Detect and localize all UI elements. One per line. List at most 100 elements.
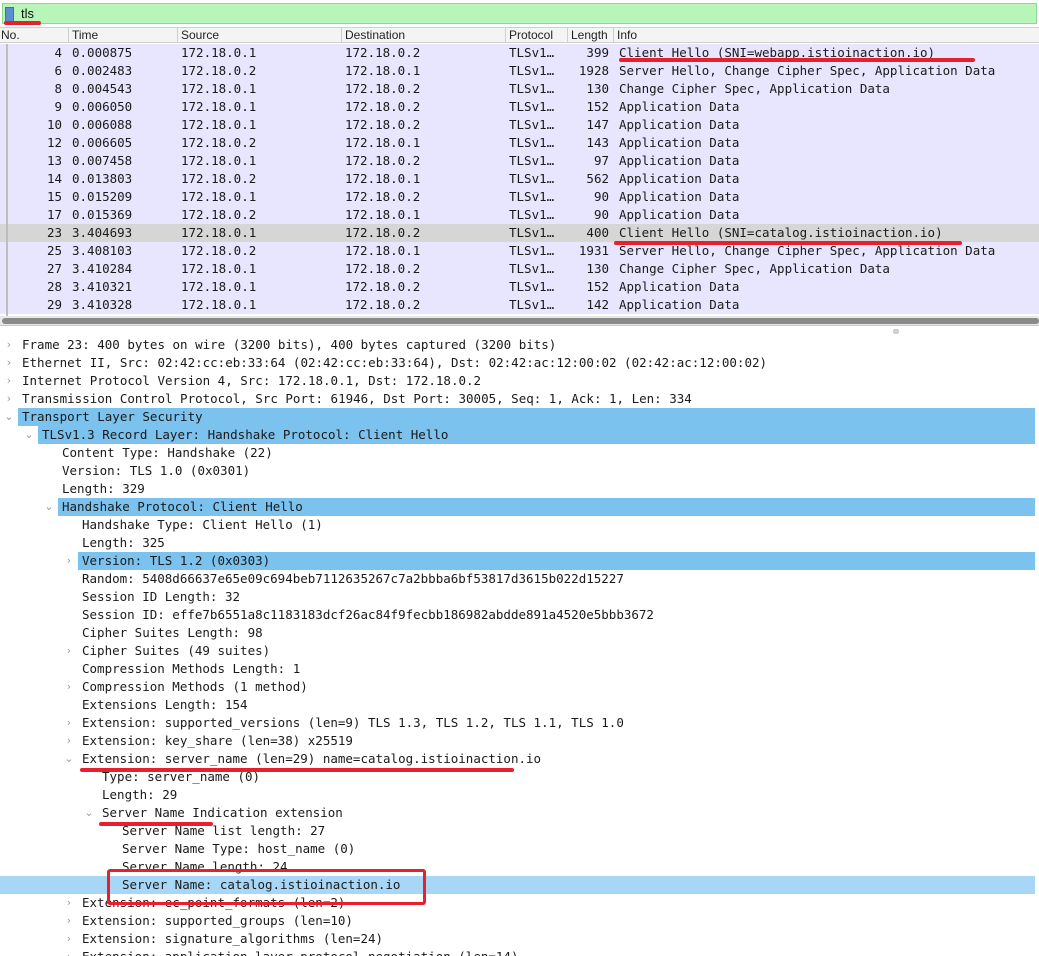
- packet-cell-dst: 172.18.0.1: [345, 63, 421, 78]
- tree-node-label: Internet Protocol Version 4, Src: 172.18…: [22, 373, 482, 388]
- tree-node[interactable]: › Transmission Control Protocol, Src Port…: [0, 390, 1039, 408]
- packet-row[interactable]: 15 0.015209 172.18.0.1 172.18.0.2 TLSv1… 90 Ap…: [0, 188, 1039, 206]
- tree-node[interactable]: › Compression Methods (1 method): [0, 678, 1039, 696]
- column-header-protocol[interactable]: Protocol: [505, 28, 567, 43]
- packet-row[interactable]: 29 3.410328 172.18.0.1 172.18.0.2 TLSv1… 142 A…: [0, 296, 1039, 314]
- packet-cell-time: 0.006605: [72, 135, 133, 150]
- packet-row[interactable]: 10 0.006088 172.18.0.1 172.18.0.2 TLSv1… 147 A…: [0, 116, 1039, 134]
- packet-row[interactable]: 8 0.004543 172.18.0.1 172.18.0.2 TLSv1… 130 Ch…: [0, 80, 1039, 98]
- chevron-down-icon[interactable]: ⌄: [23, 426, 35, 444]
- packet-cell-proto: TLSv1…: [509, 63, 555, 78]
- annotation-underline-webapp-sni: [619, 58, 975, 62]
- packet-row[interactable]: 13 0.007458 172.18.0.1 172.18.0.2 TLSv1… 97 Ap…: [0, 152, 1039, 170]
- tree-node[interactable]: › Frame 23: 400 bytes on wire (3200 bits)…: [0, 336, 1039, 354]
- chevron-right-icon[interactable]: ›: [63, 642, 75, 660]
- tree-node[interactable]: Compression Methods Length: 1: [0, 660, 1039, 678]
- tree-node[interactable]: Extensions Length: 154: [0, 696, 1039, 714]
- display-filter-input[interactable]: tls: [2, 3, 1037, 24]
- packet-row[interactable]: 6 0.002483 172.18.0.2 172.18.0.1 TLSv1… 1928 S…: [0, 62, 1039, 80]
- chevron-right-icon[interactable]: ›: [63, 948, 75, 956]
- tree-node[interactable]: ⌄ TLSv1.3 Record Layer: Handshake Protoco…: [0, 426, 1039, 444]
- tree-node[interactable]: ⌄ Server Name Indication extension: [0, 804, 1039, 822]
- chevron-down-icon[interactable]: ⌄: [83, 804, 95, 822]
- column-header: No. Time Source Destination Protocol Length In…: [0, 28, 1039, 43]
- chevron-down-icon[interactable]: ⌄: [3, 408, 15, 426]
- tree-node-label: Server Name Type: host_name (0): [122, 841, 356, 856]
- packet-cell-time: 0.013803: [72, 171, 133, 186]
- tree-node[interactable]: › Internet Protocol Version 4, Src: 172.1…: [0, 372, 1039, 390]
- tree-node[interactable]: ⌄ Transport Layer Security: [0, 408, 1039, 426]
- tree-node[interactable]: Length: 325: [0, 534, 1039, 552]
- column-header-length[interactable]: Length: [567, 28, 613, 43]
- tree-node[interactable]: Cipher Suites Length: 98: [0, 624, 1039, 642]
- tree-node[interactable]: Length: 329: [0, 480, 1039, 498]
- packet-cell-info: Application Data: [619, 117, 740, 132]
- packet-row[interactable]: 23 3.404693 172.18.0.1 172.18.0.2 TLSv1… 400 C…: [0, 224, 1039, 242]
- packet-cell-len: 143: [586, 135, 609, 150]
- packet-cell-len: 130: [586, 261, 609, 276]
- chevron-right-icon[interactable]: ›: [3, 390, 15, 408]
- packet-cell-dst: 172.18.0.2: [345, 261, 421, 276]
- chevron-right-icon[interactable]: ›: [63, 912, 75, 930]
- bookmark-icon[interactable]: [5, 7, 14, 22]
- tree-node[interactable]: › Version: TLS 1.2 (0x0303): [0, 552, 1039, 570]
- packet-cell-no: 29: [46, 297, 62, 312]
- column-header-source[interactable]: Source: [177, 28, 341, 43]
- packet-cell-info: Application Data: [619, 135, 740, 150]
- tree-node[interactable]: › Extension: supported_versions (len=9) T…: [0, 714, 1039, 732]
- chevron-down-icon[interactable]: ⌄: [63, 750, 75, 768]
- column-header-info[interactable]: Info: [613, 28, 1039, 43]
- packet-cell-info: Change Cipher Spec, Application Data: [619, 81, 890, 96]
- packet-cell-src: 172.18.0.1: [181, 117, 257, 132]
- packet-cell-dst: 172.18.0.2: [345, 297, 421, 312]
- tree-node-label: Frame 23: 400 bytes on wire (3200 bits),…: [22, 337, 557, 352]
- chevron-right-icon[interactable]: ›: [63, 552, 75, 570]
- chevron-right-icon[interactable]: ›: [63, 732, 75, 750]
- packet-cell-dst: 172.18.0.1: [345, 135, 421, 150]
- packet-row[interactable]: 17 0.015369 172.18.0.2 172.18.0.1 TLSv1… 90 Ap…: [0, 206, 1039, 224]
- tree-node[interactable]: Version: TLS 1.0 (0x0301): [0, 462, 1039, 480]
- tree-node[interactable]: ⌄ Handshake Protocol: Client Hello: [0, 498, 1039, 516]
- tree-node[interactable]: Random: 5408d66637e65e09c694beb711263526…: [0, 570, 1039, 588]
- tree-node[interactable]: › Extension: application_layer_protocol_n…: [0, 948, 1039, 956]
- tree-node-label: Version: TLS 1.0 (0x0301): [62, 463, 251, 478]
- packet-row[interactable]: 9 0.006050 172.18.0.1 172.18.0.2 TLSv1… 152 Ap…: [0, 98, 1039, 116]
- chevron-right-icon[interactable]: ›: [63, 894, 75, 912]
- tree-node[interactable]: Content Type: Handshake (22): [0, 444, 1039, 462]
- chevron-right-icon[interactable]: ›: [3, 354, 15, 372]
- annotation-underline-catalog-sni: [614, 241, 962, 245]
- horizontal-scrollbar[interactable]: [2, 318, 1039, 324]
- packet-row[interactable]: 14 0.013803 172.18.0.2 172.18.0.1 TLSv1… 562 A…: [0, 170, 1039, 188]
- tree-node[interactable]: Length: 29: [0, 786, 1039, 804]
- column-header-time[interactable]: Time: [68, 28, 177, 43]
- tree-node[interactable]: › Extension: key_share (len=38) x25519: [0, 732, 1039, 750]
- splitter-handle-icon[interactable]: [893, 329, 899, 334]
- tree-node[interactable]: › Ethernet II, Src: 02:42:cc:eb:33:64 (02…: [0, 354, 1039, 372]
- tree-node[interactable]: › Extension: supported_groups (len=10): [0, 912, 1039, 930]
- chevron-down-icon[interactable]: ⌄: [43, 498, 55, 516]
- tree-node[interactable]: › Cipher Suites (49 suites): [0, 642, 1039, 660]
- packet-cell-src: 172.18.0.1: [181, 153, 257, 168]
- filter-text: tls: [21, 6, 34, 21]
- column-header-no[interactable]: No.: [0, 28, 68, 43]
- packet-cell-src: 172.18.0.1: [181, 297, 257, 312]
- packet-cell-proto: TLSv1…: [509, 81, 555, 96]
- chevron-right-icon[interactable]: ›: [3, 336, 15, 354]
- chevron-right-icon[interactable]: ›: [3, 372, 15, 390]
- tree-node[interactable]: › Extension: signature_algorithms (len=24…: [0, 930, 1039, 948]
- chevron-right-icon[interactable]: ›: [63, 714, 75, 732]
- tree-node[interactable]: ⌄ Extension: server_name (len=29) name=ca…: [0, 750, 1039, 768]
- column-header-destination[interactable]: Destination: [341, 28, 505, 43]
- tree-node[interactable]: Server Name Type: host_name (0): [0, 840, 1039, 858]
- tree-node[interactable]: Handshake Type: Client Hello (1): [0, 516, 1039, 534]
- packet-row[interactable]: 12 0.006605 172.18.0.2 172.18.0.1 TLSv1… 143 A…: [0, 134, 1039, 152]
- chevron-right-icon[interactable]: ›: [63, 930, 75, 948]
- packet-row[interactable]: 28 3.410321 172.18.0.1 172.18.0.2 TLSv1… 152 A…: [0, 278, 1039, 296]
- chevron-right-icon[interactable]: ›: [63, 678, 75, 696]
- tree-node[interactable]: Session ID: effe7b6551a8c1183183dcf26ac8…: [0, 606, 1039, 624]
- tree-node[interactable]: Session ID Length: 32: [0, 588, 1039, 606]
- packet-cell-no: 10: [46, 117, 62, 132]
- packet-cell-no: 25: [46, 243, 62, 258]
- packet-row[interactable]: 27 3.410284 172.18.0.1 172.18.0.2 TLSv1… 130 C…: [0, 260, 1039, 278]
- packet-cell-proto: TLSv1…: [509, 99, 555, 114]
